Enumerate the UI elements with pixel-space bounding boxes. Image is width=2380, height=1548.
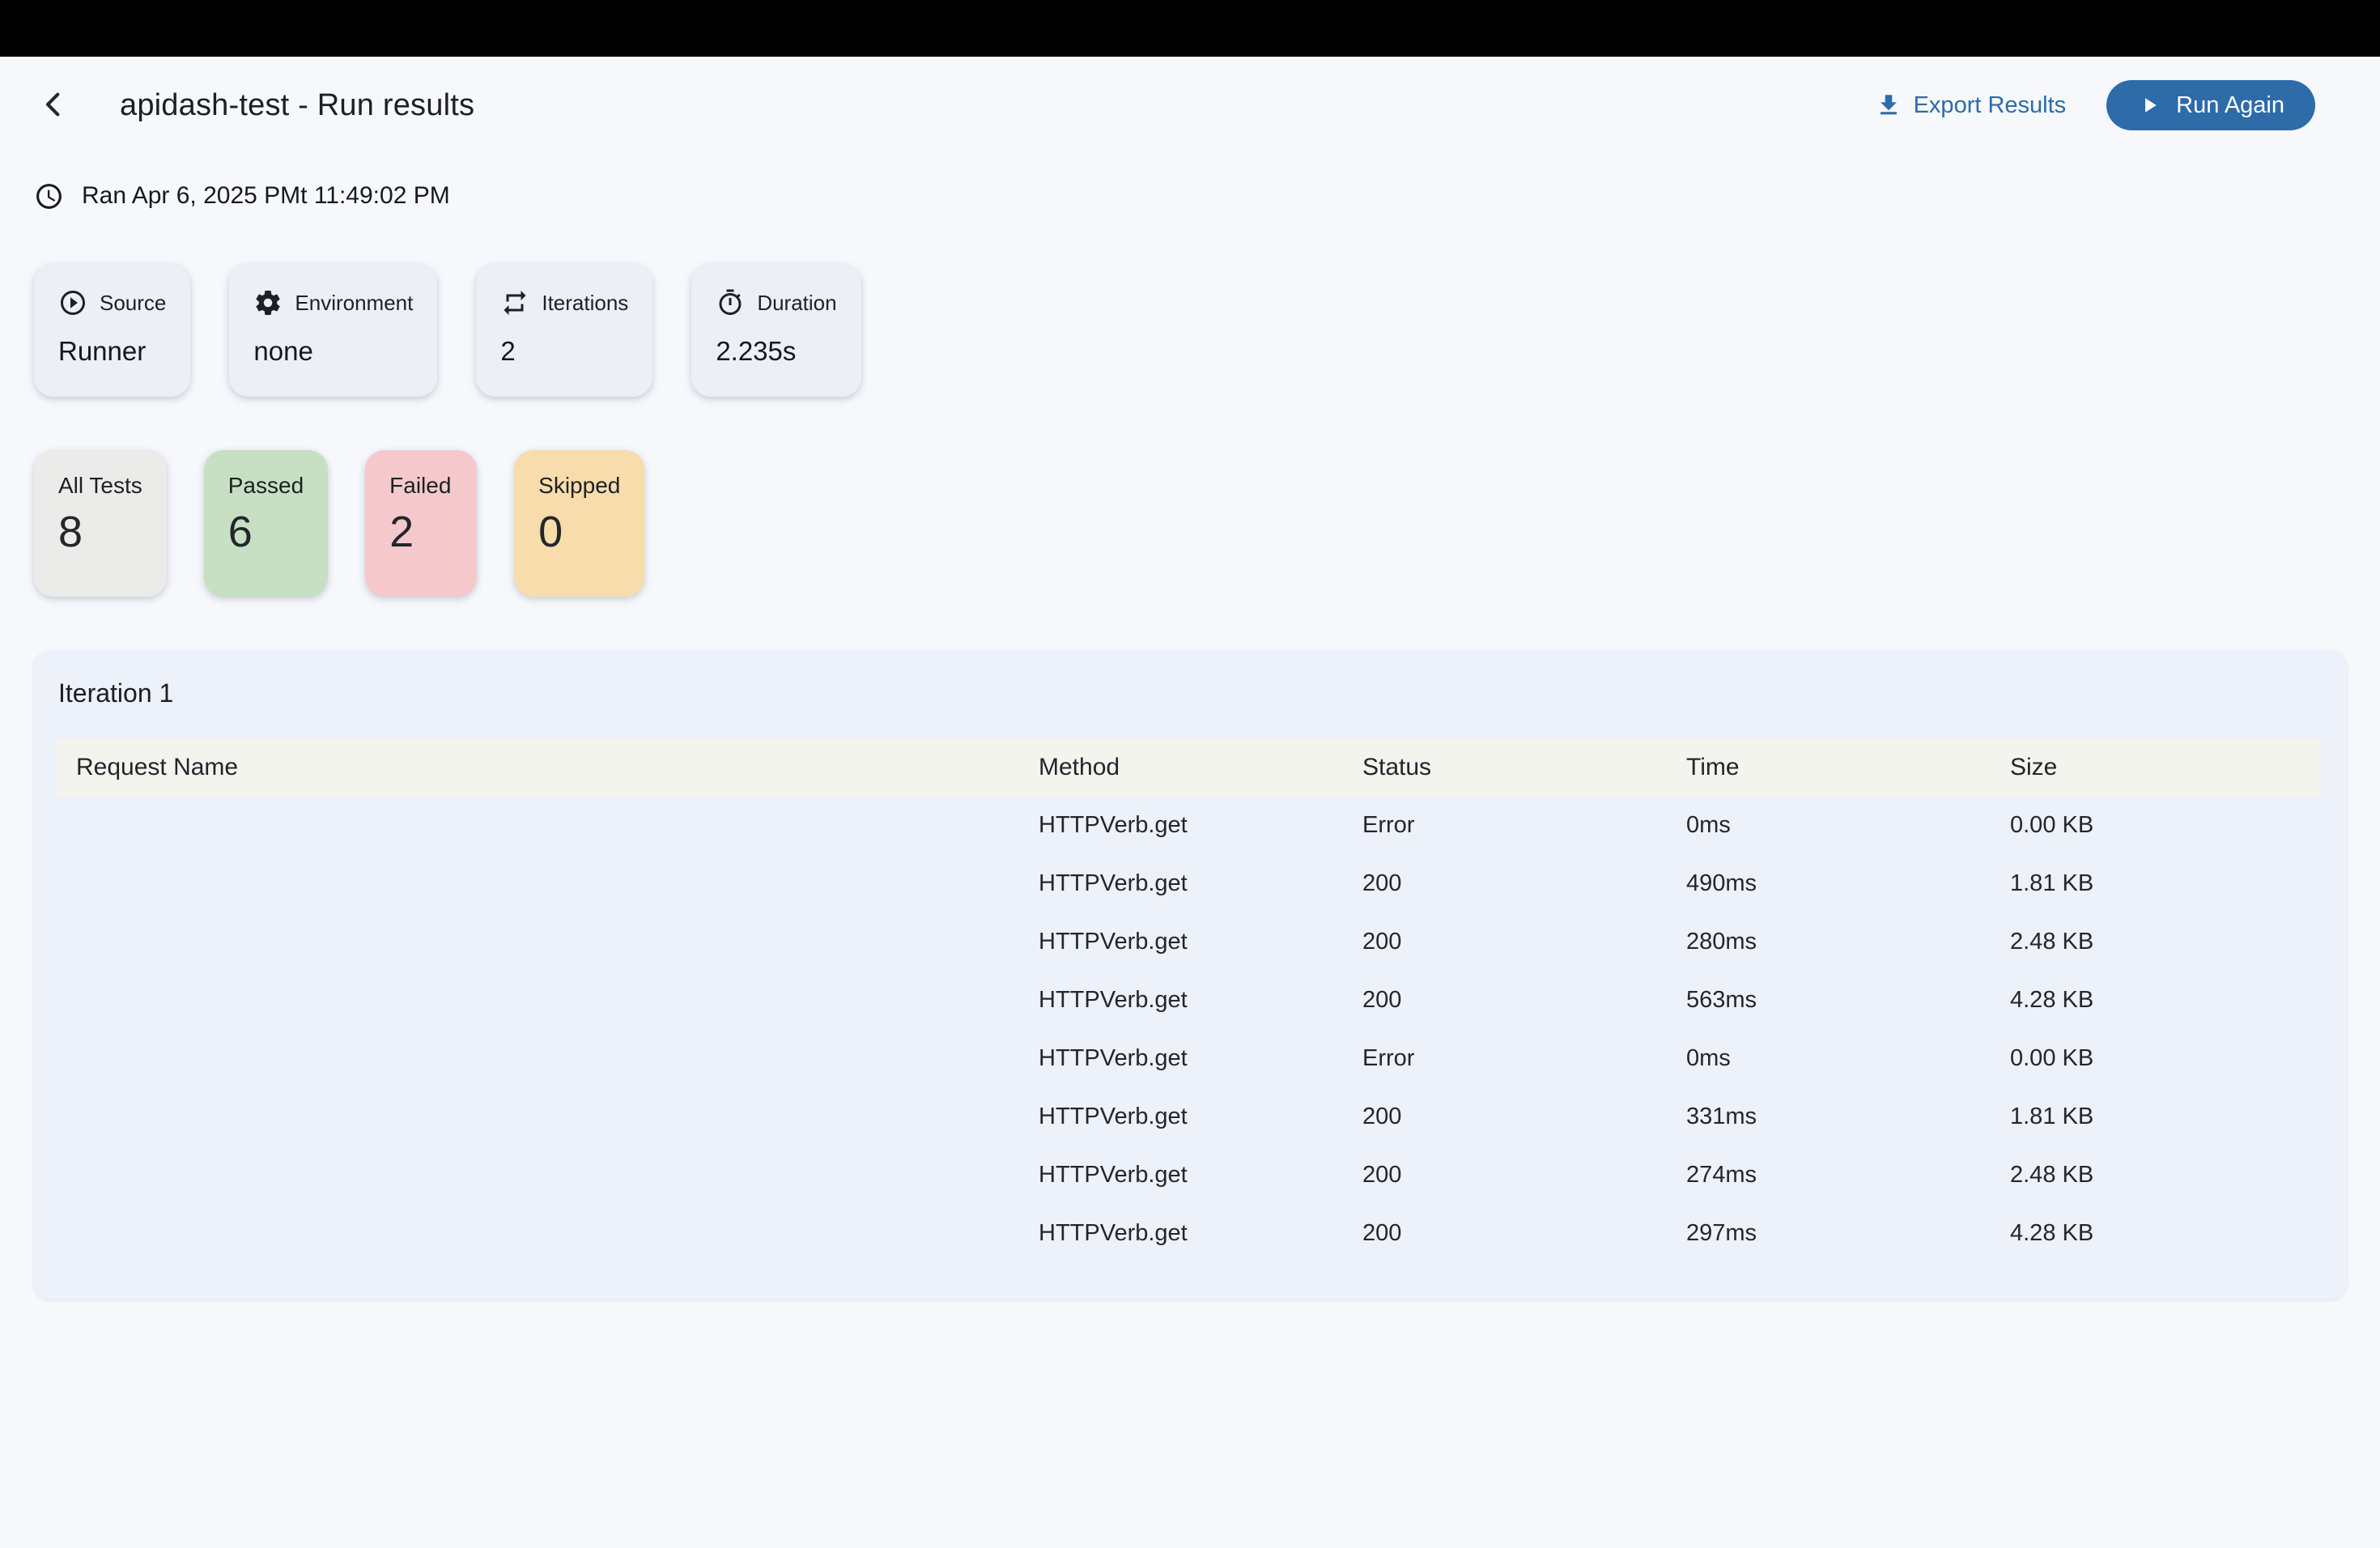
cell-time: 0ms <box>1686 1045 2010 1072</box>
column-header-time: Time <box>1686 754 2010 781</box>
header-actions: Export Results Run Again <box>1875 80 2315 130</box>
cell-time: 297ms <box>1686 1220 2010 1247</box>
summary-card-label: Failed <box>389 473 453 499</box>
cell-size: 1.81 KB <box>2010 870 2321 897</box>
cell-size: 0.00 KB <box>2010 812 2321 839</box>
export-results-button[interactable]: Export Results <box>1875 91 2067 119</box>
play-circle-icon <box>58 288 87 317</box>
back-button[interactable] <box>34 86 73 125</box>
window-titlebar <box>0 0 2380 57</box>
run-again-label: Run Again <box>2176 92 2284 119</box>
cell-size: 0.00 KB <box>2010 1045 2321 1072</box>
summary-card-passed: Passed 6 <box>204 450 328 597</box>
summary-card-skipped: Skipped 0 <box>514 450 644 597</box>
back-chevron-icon <box>38 89 69 122</box>
cell-status: 200 <box>1362 987 1686 1014</box>
info-card-label: Source <box>100 291 166 316</box>
summary-card-label: Skipped <box>538 473 620 499</box>
test-summary-cards: All Tests 8 Passed 6 Failed 2 Skipped 0 <box>34 450 2346 597</box>
cell-time: 280ms <box>1686 929 2010 955</box>
info-card-value: 2 <box>500 336 628 367</box>
export-results-label: Export Results <box>1914 92 2067 119</box>
column-header-status: Status <box>1362 754 1686 781</box>
table-row[interactable]: HTTPVerb.get 200 331ms 1.81 KB <box>57 1087 2321 1146</box>
run-info-cards: Source Runner Environment none Iteration… <box>34 264 2346 397</box>
run-again-button[interactable]: Run Again <box>2106 80 2315 130</box>
table-row[interactable]: HTTPVerb.get 200 274ms 2.48 KB <box>57 1146 2321 1204</box>
table-row[interactable]: HTTPVerb.get 200 280ms 2.48 KB <box>57 912 2321 971</box>
cell-time: 274ms <box>1686 1162 2010 1189</box>
run-results-page: apidash-test - Run results Export Result… <box>0 79 2380 1299</box>
cell-status: 200 <box>1362 1104 1686 1130</box>
run-timestamp-text: Ran Apr 6, 2025 PMt 11:49:02 PM <box>82 182 450 210</box>
column-header-name: Request Name <box>57 754 1039 781</box>
column-header-size: Size <box>2010 754 2321 781</box>
table-row[interactable]: HTTPVerb.get Error 0ms 0.00 KB <box>57 796 2321 854</box>
cell-status: 200 <box>1362 1220 1686 1247</box>
cell-status: 200 <box>1362 929 1686 955</box>
cell-time: 331ms <box>1686 1104 2010 1130</box>
repeat-icon <box>500 288 529 317</box>
table-row[interactable]: HTTPVerb.get 200 297ms 4.28 KB <box>57 1204 2321 1262</box>
table-body: HTTPVerb.get Error 0ms 0.00 KB HTTPVerb.… <box>57 796 2321 1262</box>
summary-card-all-tests: All Tests 8 <box>34 450 167 597</box>
page-title: apidash-test - Run results <box>120 88 474 123</box>
results-table: Request NameMethodStatusTimeSize HTTPVer… <box>57 739 2321 1262</box>
info-card-label: Iterations <box>542 291 628 316</box>
summary-card-value: 6 <box>228 507 304 557</box>
iteration-panel: Iteration 1 Request NameMethodStatusTime… <box>34 651 2347 1299</box>
clock-icon <box>34 181 64 211</box>
cell-size: 4.28 KB <box>2010 1220 2321 1247</box>
info-card-iterations: Iterations 2 <box>476 264 652 397</box>
gear-icon <box>253 288 283 317</box>
iteration-title: Iteration 1 <box>57 678 2321 708</box>
cell-method: HTTPVerb.get <box>1039 1104 1362 1130</box>
cell-status: Error <box>1362 1045 1686 1072</box>
cell-size: 4.28 KB <box>2010 987 2321 1014</box>
info-card-value: 2.235s <box>716 336 836 367</box>
summary-card-value: 0 <box>538 507 620 557</box>
summary-card-label: All Tests <box>58 473 142 499</box>
run-timestamp: Ran Apr 6, 2025 PMt 11:49:02 PM <box>34 180 2346 212</box>
cell-time: 0ms <box>1686 812 2010 839</box>
cell-method: HTTPVerb.get <box>1039 1220 1362 1247</box>
info-card-label: Environment <box>295 291 413 316</box>
cell-size: 2.48 KB <box>2010 929 2321 955</box>
table-row[interactable]: HTTPVerb.get 200 490ms 1.81 KB <box>57 854 2321 912</box>
timer-icon <box>716 288 745 317</box>
cell-status: Error <box>1362 812 1686 839</box>
cell-status: 200 <box>1362 870 1686 897</box>
download-icon <box>1875 91 1902 119</box>
cell-method: HTTPVerb.get <box>1039 812 1362 839</box>
column-header-method: Method <box>1039 754 1362 781</box>
cell-method: HTTPVerb.get <box>1039 1045 1362 1072</box>
cell-size: 2.48 KB <box>2010 1162 2321 1189</box>
info-card-value: none <box>253 336 413 367</box>
cell-time: 563ms <box>1686 987 2010 1014</box>
cell-size: 1.81 KB <box>2010 1104 2321 1130</box>
cell-method: HTTPVerb.get <box>1039 929 1362 955</box>
cell-status: 200 <box>1362 1162 1686 1189</box>
table-row[interactable]: HTTPVerb.get Error 0ms 0.00 KB <box>57 1029 2321 1087</box>
page-header: apidash-test - Run results Export Result… <box>34 79 2346 131</box>
summary-card-failed: Failed 2 <box>365 450 477 597</box>
play-icon <box>2137 93 2161 117</box>
info-card-source: Source Runner <box>34 264 190 397</box>
cell-method: HTTPVerb.get <box>1039 870 1362 897</box>
cell-time: 490ms <box>1686 870 2010 897</box>
info-card-duration: Duration 2.235s <box>691 264 861 397</box>
info-card-label: Duration <box>757 291 836 316</box>
summary-card-value: 2 <box>389 507 453 557</box>
table-header-row: Request NameMethodStatusTimeSize <box>57 739 2321 796</box>
cell-method: HTTPVerb.get <box>1039 987 1362 1014</box>
summary-card-label: Passed <box>228 473 304 499</box>
info-card-environment: Environment none <box>229 264 437 397</box>
table-row[interactable]: HTTPVerb.get 200 563ms 4.28 KB <box>57 971 2321 1029</box>
info-card-value: Runner <box>58 336 166 367</box>
cell-method: HTTPVerb.get <box>1039 1162 1362 1189</box>
summary-card-value: 8 <box>58 507 142 557</box>
